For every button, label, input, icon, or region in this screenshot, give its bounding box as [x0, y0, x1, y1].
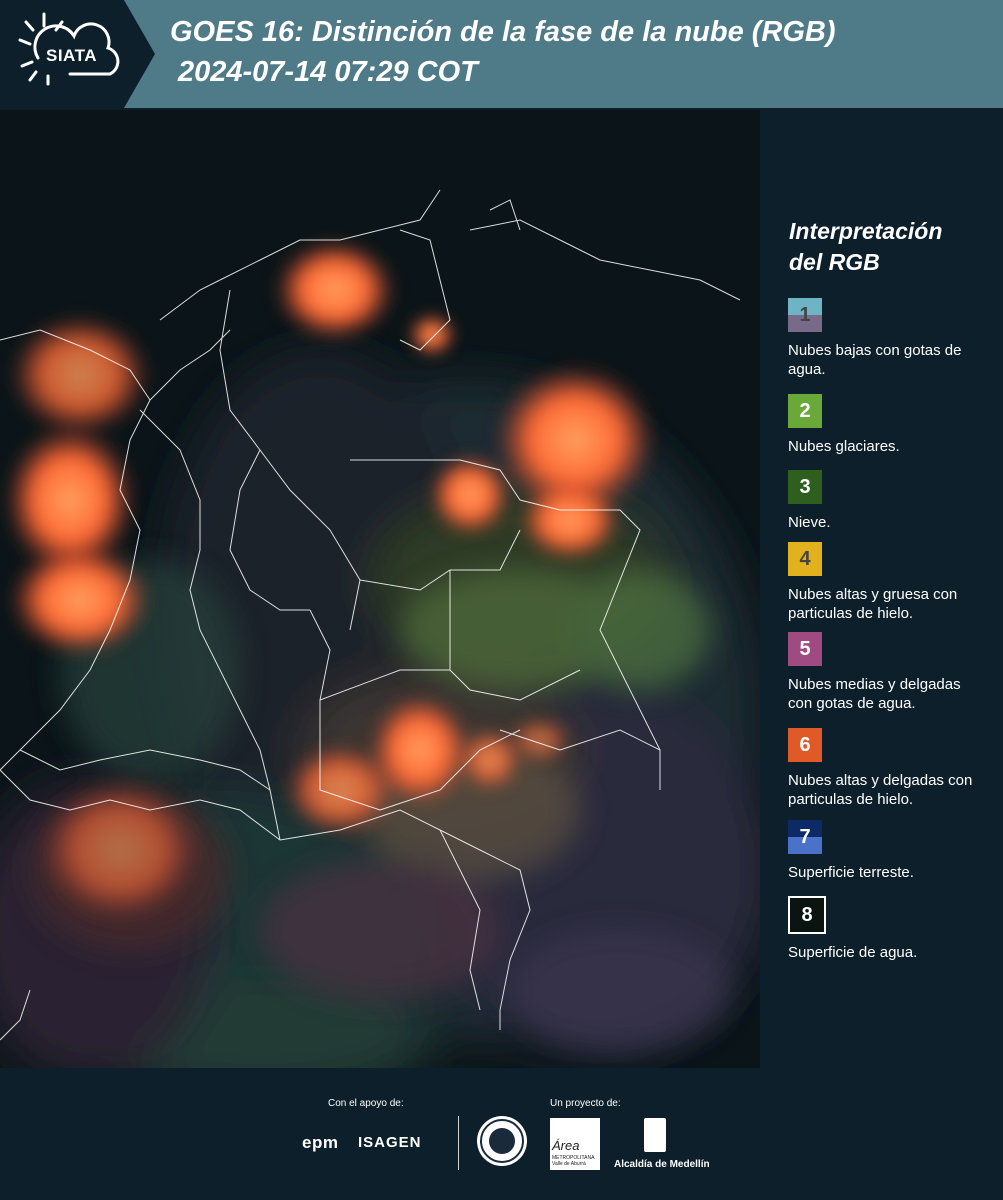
legend-number: 4: [799, 547, 811, 570]
legend-item-4: 4 Nubes altas y gruesa con particulas de …: [788, 542, 988, 623]
area-logo-text: Área: [552, 1138, 580, 1153]
support-label: Con el apoyo de:: [328, 1098, 404, 1109]
legend-label: Nubes medias y delgadas con gotas de agu…: [788, 676, 961, 712]
header-bar: SIATA GOES 16: Distinción de la fase de …: [0, 0, 1003, 108]
legend-number: 7: [799, 825, 811, 848]
legend-swatch: 3: [788, 470, 822, 504]
area-logo-subtext: METROPOLITANA Valle de Aburrá: [552, 1155, 595, 1167]
epm-logo: epm: [302, 1133, 339, 1152]
legend-title-line2: del RGB: [789, 249, 880, 275]
legend-panel: Interpretación del RGB 1 Nubes bajas con …: [760, 110, 1003, 1068]
legend-label: Nieve.: [788, 514, 831, 531]
legend-swatch: 8: [788, 896, 826, 934]
siata-logo: SIATA: [0, 0, 155, 108]
footer: Con el apoyo de: Un proyecto de: epm ISA…: [0, 1068, 1003, 1200]
legend-label: Superficie terreste.: [788, 864, 914, 881]
legend-label: Nubes altas y delgadas con particulas de…: [788, 772, 973, 808]
footer-divider: [458, 1116, 459, 1170]
legend-label: Superficie de agua.: [788, 944, 918, 961]
satellite-map: [0, 110, 760, 1070]
alcaldia-shield-icon: [644, 1118, 666, 1152]
legend-swatch: 2: [788, 394, 822, 428]
legend-item-5: 5 Nubes medias y delgadas con gotas de ag…: [788, 632, 988, 713]
legend-number: 6: [799, 733, 811, 756]
legend-swatch: 7: [788, 820, 822, 854]
legend-label: Nubes glaciares.: [788, 438, 900, 455]
legend-number: 1: [799, 303, 811, 326]
page-title: GOES 16: Distinción de la fase de la nub…: [170, 16, 836, 48]
project-label: Un proyecto de:: [550, 1098, 621, 1109]
isagen-logo: ISAGEN: [358, 1134, 422, 1151]
legend-item-3: 3 Nieve.: [788, 470, 988, 532]
legend-swatch: 1: [788, 298, 822, 332]
alcaldia-label: Alcaldía de Medellín: [614, 1159, 710, 1170]
legend-title: Interpretación del RGB: [789, 216, 942, 278]
legend-number: 5: [799, 637, 811, 660]
legend-item-6: 6 Nubes altas y delgadas con particulas d…: [788, 728, 988, 809]
logo-text: SIATA: [46, 46, 97, 65]
legend-item-7: 7 Superficie terreste.: [788, 820, 988, 882]
legend-swatch: 6: [788, 728, 822, 762]
satellite-image: [0, 110, 760, 1070]
page-timestamp: 2024-07-14 07:29 COT: [178, 56, 478, 88]
legend-item-1: 1 Nubes bajas con gotas de agua.: [788, 298, 988, 379]
legend-swatch: 5: [788, 632, 822, 666]
legend-title-line1: Interpretación: [789, 218, 943, 244]
seal-icon: [480, 1119, 524, 1163]
legend-swatch: 4: [788, 542, 822, 576]
legend-label: Nubes altas y gruesa con particulas de h…: [788, 586, 958, 622]
legend-number: 8: [801, 903, 813, 926]
legend-number: 2: [799, 399, 811, 422]
university-seal-logo: [477, 1116, 527, 1166]
area-metropolitana-logo: Área METROPOLITANA Valle de Aburrá: [550, 1118, 600, 1170]
legend-label: Nubes bajas con gotas de agua.: [788, 342, 962, 378]
legend-item-8: 8 Superficie de agua.: [788, 896, 988, 962]
legend-item-2: 2 Nubes glaciares.: [788, 394, 988, 456]
legend-number: 3: [799, 475, 811, 498]
